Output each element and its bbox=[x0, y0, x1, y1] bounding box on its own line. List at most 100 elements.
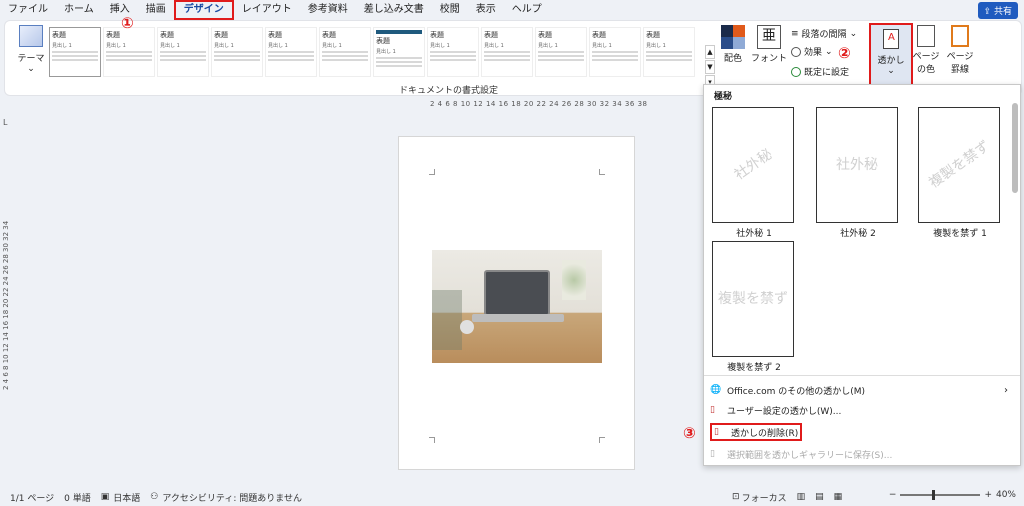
margin-corner bbox=[429, 169, 435, 175]
language[interactable]: 日本語 bbox=[113, 491, 140, 504]
save-icon: ▯ bbox=[710, 448, 715, 459]
style-set-card[interactable]: 表題見出し 1 bbox=[535, 27, 587, 77]
palette-icon bbox=[721, 25, 745, 49]
margin-corner bbox=[599, 437, 605, 443]
word-count[interactable]: 0 単語 bbox=[64, 491, 91, 504]
style-set-card[interactable]: 表題見出し 1 bbox=[643, 27, 695, 77]
watermark-option[interactable]: 複製を禁ず 複製を禁ず 2 bbox=[712, 241, 796, 373]
tab-9[interactable]: 表示 bbox=[468, 0, 504, 20]
share-button[interactable]: ⇪ 共有 bbox=[977, 2, 1018, 19]
watermark-menu-item[interactable]: 🌐 Office.com のその他の透かし(M) › bbox=[710, 381, 1010, 399]
style-heading: 見出し 1 bbox=[430, 43, 450, 49]
style-set-card[interactable]: 表題 見出し 1 bbox=[211, 27, 263, 77]
tab-7[interactable]: 差し込み文書 bbox=[356, 0, 432, 20]
watermark-option[interactable]: 社外秘社外秘 1 bbox=[712, 107, 796, 239]
laptop-photo[interactable] bbox=[432, 250, 602, 363]
colors-button[interactable]: 配色 bbox=[717, 25, 749, 64]
tab-4[interactable]: デザイン bbox=[173, 0, 234, 20]
read-mode-icon[interactable]: ▥ bbox=[797, 492, 806, 502]
menu-item-label: 選択範囲を透かしギャラリーに保存(S)... bbox=[727, 450, 893, 461]
web-layout-icon[interactable]: ▦ bbox=[834, 492, 843, 502]
style-set-card[interactable]: 表題 見出し 1 bbox=[265, 27, 317, 77]
page-border-icon bbox=[951, 25, 969, 47]
fonts-button[interactable]: 亜 フォント bbox=[751, 25, 787, 64]
margin-corner bbox=[599, 169, 605, 175]
vertical-ruler[interactable]: 2 4 6 8 10 12 14 16 18 20 22 24 26 28 30… bbox=[2, 180, 12, 430]
tab-selector[interactable]: L bbox=[3, 118, 7, 127]
watermark-menu-item[interactable]: ▯ ユーザー設定の透かし(W)... bbox=[710, 401, 1010, 419]
font-icon: 亜 bbox=[757, 25, 781, 49]
zoom-slider-thumb[interactable] bbox=[932, 490, 936, 500]
watermark-caption: 社外秘 1 bbox=[736, 229, 772, 239]
style-title: 表題 bbox=[430, 31, 444, 39]
tab-5[interactable]: レイアウト bbox=[234, 0, 300, 20]
style-set-card[interactable]: 表題 見出し 1 bbox=[589, 27, 641, 77]
document-page[interactable] bbox=[398, 136, 635, 470]
style-set-card[interactable]: 表題 見出し 1 bbox=[373, 27, 425, 77]
chevron-right-icon: › bbox=[1004, 384, 1008, 396]
page-border-button[interactable]: ページ罫線 bbox=[943, 25, 977, 75]
plant-image bbox=[562, 260, 586, 300]
tab-6[interactable]: 参考資料 bbox=[300, 0, 356, 20]
zoom-level[interactable]: 40% bbox=[996, 490, 1016, 500]
tab-3[interactable]: 描画 bbox=[138, 0, 174, 20]
watermark-option[interactable]: 社外秘 社外秘 2 bbox=[816, 107, 900, 239]
style-heading: 見出し 1 bbox=[538, 43, 558, 49]
watermark-dropdown: 極秘 社外秘 社外秘 1 社外秘 社外秘 2 複製を禁ず 複製を禁ず 1 複製を禁ず 複製を禁… bbox=[703, 84, 1021, 466]
tab-0[interactable]: ファイル bbox=[0, 0, 56, 20]
watermark-thumbnail: 複製を禁ず bbox=[712, 241, 794, 357]
watermark-button[interactable]: 透かし ⌄ bbox=[869, 23, 913, 87]
margin-corner bbox=[429, 437, 435, 443]
chevron-up-icon[interactable]: ▲ bbox=[705, 45, 715, 59]
menu-item-label: ユーザー設定の透かし(W)... bbox=[727, 406, 842, 417]
paragraph-spacing-button[interactable]: ≡ 段落の間隔 ⌄ bbox=[791, 27, 857, 41]
zoom-in-icon[interactable]: + bbox=[984, 490, 992, 500]
style-set-card[interactable]: 表題 見出し 1 bbox=[49, 27, 101, 77]
zoom-control: − + 40% bbox=[889, 490, 1016, 500]
style-set-card[interactable]: 表題 見出し 1 bbox=[157, 27, 209, 77]
style-title: 表題 bbox=[160, 31, 174, 39]
style-set-card[interactable]: 表題 見出し 1 bbox=[481, 27, 533, 77]
scrollbar[interactable] bbox=[1012, 103, 1018, 193]
cup-image bbox=[460, 320, 474, 334]
tab-1[interactable]: ホーム bbox=[56, 0, 102, 20]
watermark-text: 社外秘 bbox=[731, 146, 776, 184]
chevron-down-icon: ⌄ bbox=[27, 64, 35, 74]
style-title: 表題 bbox=[646, 31, 660, 39]
status-bar: 1/1 ページ 0 単語 ▣ 日本語 ⚇ アクセシビリティ: 問題ありません ⊡… bbox=[0, 488, 1024, 506]
chevron-down-icon[interactable]: ▼ bbox=[705, 60, 715, 74]
annotation-1: ① bbox=[121, 14, 134, 32]
tab-8[interactable]: 校閲 bbox=[432, 0, 468, 20]
page-color-button[interactable]: ページの色 bbox=[911, 25, 941, 75]
tab-10[interactable]: ヘルプ bbox=[504, 0, 550, 20]
theme-button[interactable]: テーマ ⌄ bbox=[15, 25, 47, 74]
style-set-card[interactable]: 表題見出し 1 bbox=[427, 27, 479, 77]
style-heading: 見出し 1 bbox=[376, 49, 396, 55]
effects-button[interactable]: 効果 ⌄ bbox=[791, 45, 833, 58]
horizontal-ruler[interactable]: 2 4 6 8 10 12 14 16 18 20 22 24 26 28 30… bbox=[430, 100, 647, 108]
watermark-thumbnail: 社外秘 bbox=[816, 107, 898, 223]
style-set-card[interactable]: 表題 見出し 1 bbox=[319, 27, 371, 77]
style-title: 表題 bbox=[592, 31, 606, 39]
set-default-button[interactable]: 既定に設定 bbox=[791, 65, 849, 78]
zoom-out-icon[interactable]: − bbox=[889, 490, 897, 500]
watermark-menu-item[interactable]: ▯ 透かしの削除(R) bbox=[710, 423, 802, 441]
accessibility-icon: ⚇ bbox=[150, 492, 159, 502]
style-title: 表題 bbox=[538, 31, 552, 39]
accessibility-status[interactable]: アクセシビリティ: 問題ありません bbox=[162, 491, 302, 504]
style-heading: 見出し 1 bbox=[646, 43, 666, 49]
focus-icon: ⊡ bbox=[732, 492, 740, 502]
watermark-thumbnail: 複製を禁ず bbox=[918, 107, 1000, 223]
watermark-text: 複製を禁ず bbox=[926, 138, 993, 192]
watermark-text: 社外秘 bbox=[836, 157, 878, 173]
watermark-option[interactable]: 複製を禁ず 複製を禁ず 1 bbox=[918, 107, 1002, 239]
annotation-2: ② bbox=[838, 44, 851, 62]
document-icon: ▯ bbox=[710, 404, 715, 415]
effects-icon bbox=[791, 46, 801, 57]
focus-button[interactable]: フォーカス bbox=[742, 491, 787, 504]
zoom-slider[interactable] bbox=[900, 490, 981, 500]
print-layout-icon[interactable]: ▤ bbox=[815, 492, 824, 502]
menu-bar: ファイル ホーム 挿入 描画 デザイン レイアウト 参考資料 差し込み文書 校閲 表示 ヘルプ bbox=[0, 0, 1024, 20]
style-set-card[interactable]: 表題 見出し 1 bbox=[103, 27, 155, 77]
page-count[interactable]: 1/1 ページ bbox=[10, 491, 54, 504]
